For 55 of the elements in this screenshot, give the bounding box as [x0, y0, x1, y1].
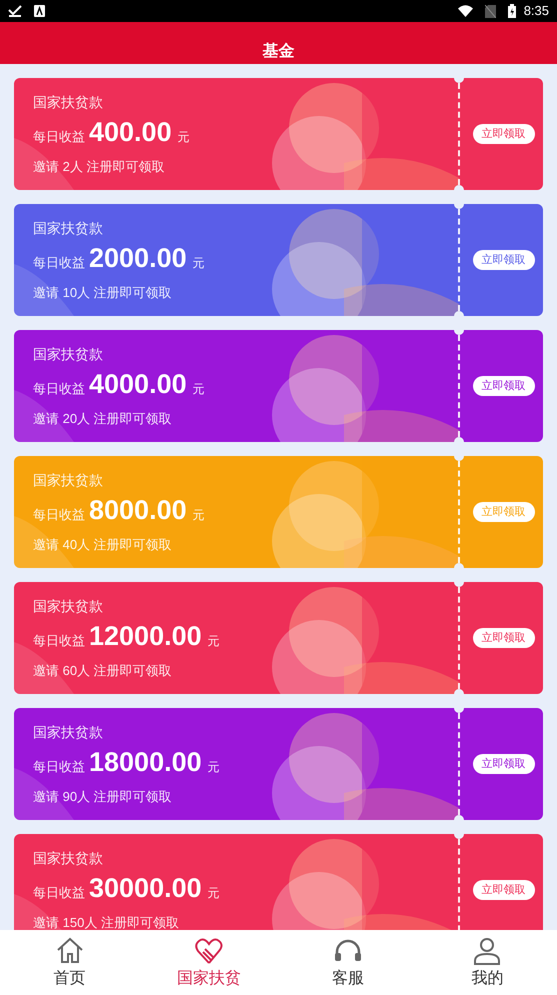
amount: 12000.00	[89, 620, 202, 653]
currency-unit: 元	[208, 633, 220, 650]
card-title: 国家扶贫款	[33, 471, 104, 490]
invite-note: 邀请 90人 注册即可领取	[33, 788, 173, 806]
invite-note: 邀请 2人 注册即可领取	[33, 158, 166, 176]
card-title: 国家扶贫款	[33, 345, 104, 364]
heart-icon	[194, 936, 224, 966]
amount: 2000.00	[89, 242, 187, 275]
currency-unit: 元	[178, 129, 190, 146]
page-title: 基金	[262, 42, 294, 62]
invite-note: 邀请 60人 注册即可领取	[33, 662, 173, 680]
currency-unit: 元	[192, 255, 205, 272]
currency-unit: 元	[208, 885, 220, 902]
amount: 30000.00	[89, 872, 202, 905]
home-icon	[54, 936, 85, 966]
app-icon	[34, 5, 45, 17]
amount-label: 每日收益	[33, 506, 85, 524]
currency-unit: 元	[192, 507, 205, 524]
amount-label: 每日收益	[33, 254, 85, 272]
invite-note: 邀请 150人 注册即可领取	[33, 914, 180, 930]
currency-unit: 元	[208, 759, 220, 776]
tab-item[interactable]: 客服	[278, 930, 418, 995]
claim-button[interactable]: 立即领取	[472, 376, 534, 396]
claim-button[interactable]: 立即领取	[472, 880, 534, 900]
invite-note: 邀请 10人 注册即可领取	[33, 284, 173, 302]
wifi-icon	[458, 5, 473, 17]
amount: 18000.00	[89, 746, 202, 779]
claim-button[interactable]: 立即领取	[472, 754, 534, 774]
amount-label: 每日收益	[33, 128, 85, 146]
amount-label: 每日收益	[33, 632, 85, 650]
amount-label: 每日收益	[33, 380, 85, 398]
status-time: 8:35	[524, 2, 549, 20]
tab-item[interactable]: 国家扶贫	[139, 930, 278, 995]
amount-label: 每日收益	[33, 758, 85, 776]
card-title: 国家扶贫款	[33, 723, 104, 742]
checkmark-icon	[8, 5, 22, 17]
tab-item[interactable]: 首页	[0, 930, 140, 995]
card-title: 国家扶贫款	[33, 597, 104, 616]
claim-button[interactable]: 立即领取	[472, 250, 534, 270]
claim-button[interactable]: 立即领取	[472, 628, 534, 648]
battery-icon	[508, 4, 516, 18]
claim-button[interactable]: 立即领取	[472, 124, 534, 144]
amount-label: 每日收益	[33, 884, 85, 902]
no-sim-icon	[484, 4, 496, 18]
tab-item[interactable]: 我的	[418, 930, 557, 995]
card-title: 国家扶贫款	[33, 849, 104, 868]
invite-note: 邀请 20人 注册即可领取	[33, 410, 173, 428]
card-title: 国家扶贫款	[33, 93, 104, 112]
amount: 8000.00	[89, 494, 187, 527]
amount: 400.00	[89, 116, 172, 149]
invite-note: 邀请 40人 注册即可领取	[33, 536, 173, 554]
card-title: 国家扶贫款	[33, 219, 104, 238]
currency-unit: 元	[192, 381, 205, 398]
amount: 4000.00	[89, 368, 187, 401]
user-icon	[472, 936, 502, 966]
